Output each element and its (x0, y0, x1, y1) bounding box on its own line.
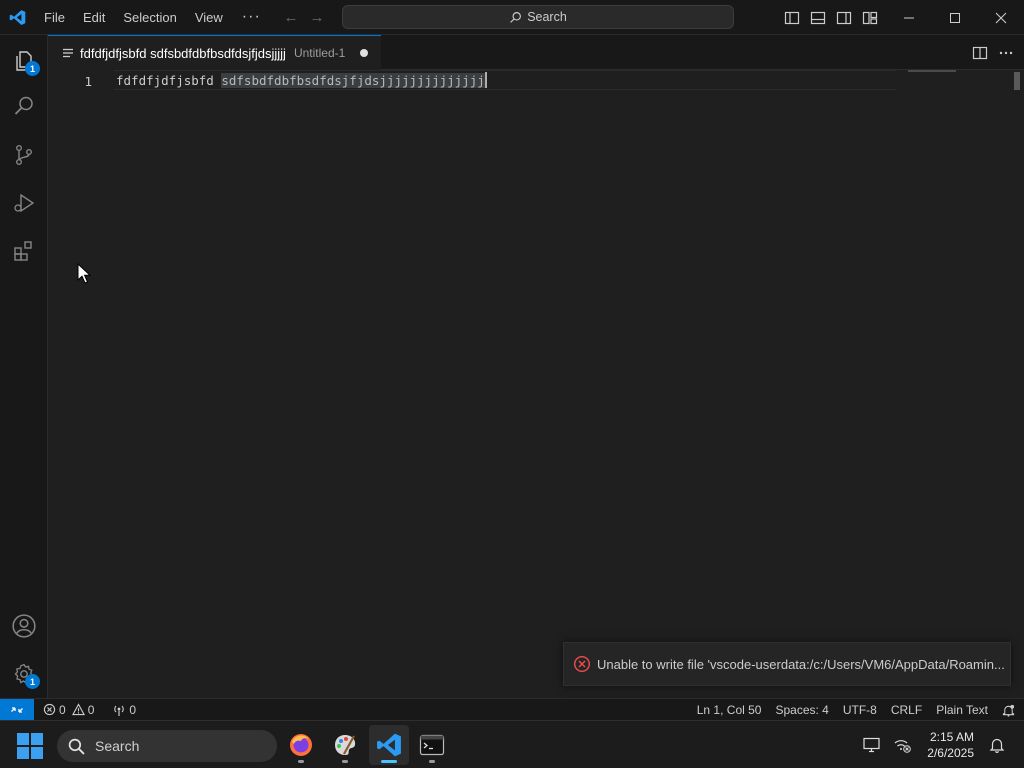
search-icon (510, 11, 522, 23)
error-count: 0 (59, 702, 66, 717)
title-bar: File Edit Selection View ··· ← → Search (0, 0, 1024, 35)
window-controls (886, 0, 1024, 35)
explorer-icon[interactable]: 1 (0, 37, 48, 85)
minimap[interactable] (908, 70, 956, 72)
warning-count: 0 (87, 702, 95, 717)
menu-selection[interactable]: Selection (114, 0, 185, 35)
notification-message: Unable to write file 'vscode-userdata:/c… (597, 656, 1005, 672)
system-tray: 2:15 AM 2/6/2025 (857, 721, 1024, 768)
terminal-icon[interactable] (412, 725, 452, 765)
vertical-scrollbar[interactable] (1014, 72, 1020, 90)
system-clock[interactable]: 2:15 AM 2/6/2025 (927, 729, 974, 761)
unsaved-dot-icon[interactable] (360, 49, 369, 57)
menu-edit[interactable]: Edit (74, 0, 114, 35)
code-text: fdfdfjdfjsbfd (116, 73, 222, 88)
remote-indicator-icon[interactable] (0, 698, 34, 721)
warning-icon (71, 703, 85, 716)
manage-gear-icon[interactable]: 1 (0, 650, 48, 698)
network-disconnected-icon[interactable] (889, 732, 915, 758)
tab-untitled-1[interactable]: fdfdfjdfjsbfd sdfsbdfdbfbsdfdsjfjdsjjjjj… (48, 35, 381, 70)
windows-start-icon[interactable] (17, 733, 43, 759)
menu-file[interactable]: File (35, 0, 74, 35)
windows-taskbar: Search 2:15 AM 2/6/2025 (0, 720, 1024, 768)
error-count-icon (43, 703, 56, 716)
clock-date: 2/6/2025 (927, 746, 974, 760)
running-indicator (298, 760, 304, 763)
vscode-taskbar-icon[interactable] (369, 725, 409, 765)
minimize-icon[interactable] (886, 0, 932, 35)
activity-bar: 1 1 (0, 35, 48, 698)
mouse-pointer-icon (77, 263, 91, 284)
paint-icon[interactable] (325, 725, 365, 765)
search-label: Search (527, 10, 567, 24)
explorer-badge: 1 (25, 61, 40, 76)
taskbar-search-label: Search (95, 738, 140, 754)
firefox-icon[interactable] (281, 725, 321, 765)
command-center-search[interactable]: Search (342, 5, 734, 29)
problems-status[interactable]: 0 0 (38, 699, 99, 721)
notifications-bell-icon[interactable] (995, 699, 1024, 721)
cursor-position[interactable]: Ln 1, Col 50 (690, 699, 769, 721)
display-icon[interactable] (859, 732, 885, 758)
broadcast-icon (114, 705, 125, 716)
error-notification[interactable]: Unable to write file 'vscode-userdata:/c… (563, 642, 1011, 686)
ports-count: 0 (129, 702, 137, 717)
search-icon[interactable] (0, 82, 48, 130)
file-lines-icon (63, 48, 73, 58)
search-icon (68, 738, 85, 755)
indentation[interactable]: Spaces: 4 (768, 699, 835, 721)
layout-controls (783, 0, 878, 35)
source-control-icon[interactable] (0, 131, 48, 179)
encoding[interactable]: UTF-8 (836, 699, 884, 721)
language-mode[interactable]: Plain Text (929, 699, 995, 721)
more-actions-icon[interactable] (998, 45, 1014, 61)
accounts-icon[interactable] (0, 602, 48, 650)
end-of-line[interactable]: CRLF (884, 699, 929, 721)
line-number: 1 (84, 74, 92, 89)
manage-badge: 1 (25, 674, 40, 689)
editor-actions (972, 35, 1014, 70)
text-cursor (484, 72, 487, 88)
close-icon[interactable] (978, 0, 1024, 35)
navigation-arrows: ← → (283, 0, 325, 35)
run-and-debug-icon[interactable] (0, 179, 48, 227)
error-icon (573, 655, 591, 673)
taskbar-search[interactable]: Search (57, 730, 277, 762)
status-bar: 0 0 0 Ln 1, Col 50 Spaces: 4 UTF-8 CRLF … (0, 698, 1024, 721)
menu-more-icon[interactable]: ··· (232, 8, 271, 26)
back-arrow-icon[interactable]: ← (283, 9, 299, 26)
toggle-primary-sidebar-icon[interactable] (783, 9, 800, 26)
clock-time: 2:15 AM (929, 730, 974, 744)
menu-view[interactable]: View (186, 0, 232, 35)
customize-layout-icon[interactable] (861, 9, 878, 26)
text-editor[interactable]: 1 fdfdfjdfjsbfd sdfsbdfdbfbsdfdsjfjdsjjj… (48, 70, 1024, 698)
extensions-icon[interactable] (0, 227, 48, 275)
maximize-icon[interactable] (932, 0, 978, 35)
active-indicator (381, 760, 397, 763)
toggle-panel-icon[interactable] (809, 9, 826, 26)
forward-arrow-icon[interactable]: → (309, 9, 325, 26)
code-line[interactable]: fdfdfjdfjsbfd sdfsbdfdbfbsdfdsjfjdsjjjjj… (116, 71, 487, 90)
ports-status[interactable]: 0 (107, 699, 141, 721)
vscode-logo-icon[interactable] (0, 0, 35, 35)
running-indicator (342, 760, 348, 763)
tab-title: fdfdfjdfjsbfd sdfsbdfdbfbsdfdsjfjdsjjjjj (80, 45, 286, 61)
running-indicator (429, 760, 435, 763)
tab-description: Untitled-1 (293, 46, 346, 60)
editor-tab-bar: fdfdfjdfjsbfd sdfsbdfdbfbsdfdsjfjdsjjjjj… (48, 35, 1024, 70)
toggle-secondary-sidebar-icon[interactable] (835, 9, 852, 26)
selected-text: sdfsbdfdbfbsdfdsjfjdsjjjjjjjjjjjjjj (221, 73, 485, 88)
menu-bar: File Edit Selection View ··· (35, 0, 271, 35)
notification-bell-icon[interactable] (984, 732, 1010, 758)
split-editor-icon[interactable] (972, 45, 988, 61)
status-bar-right: Ln 1, Col 50 Spaces: 4 UTF-8 CRLF Plain … (690, 699, 1024, 721)
